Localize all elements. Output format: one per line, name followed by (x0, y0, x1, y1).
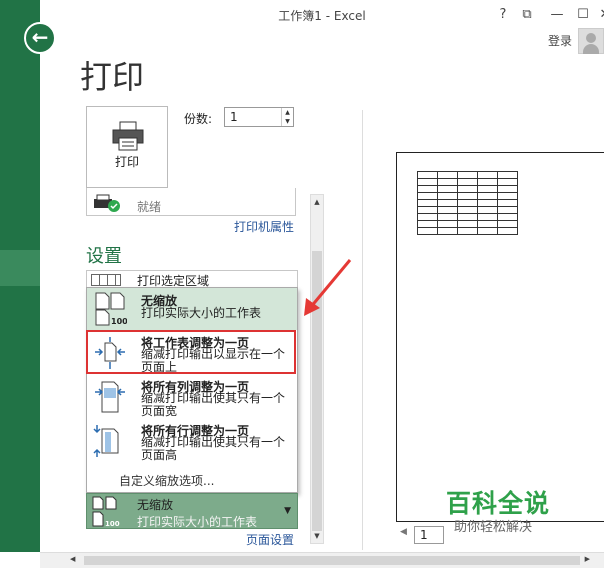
print-what-select[interactable]: 打印选定区域 (86, 270, 298, 288)
preview-table (417, 171, 518, 235)
print-preview-page (396, 152, 604, 522)
no-scaling-icon: 100 (92, 496, 120, 528)
option-desc: 缩减打印输出使其只有一个页面高 (141, 435, 286, 462)
scroll-down-icon[interactable]: ▼ (311, 529, 323, 543)
selection-grid-icon (91, 274, 121, 286)
copies-value: 1 (230, 110, 238, 124)
highlight-box (86, 330, 296, 374)
ribbon-display-icon[interactable]: ⧉ (516, 5, 538, 25)
printer-icon (112, 121, 144, 151)
custom-scaling-link[interactable]: 自定义缩放选项... (119, 472, 214, 489)
scroll-up-icon[interactable]: ▲ (311, 195, 323, 209)
minimize-icon[interactable]: — (546, 5, 568, 25)
title-bar: 工作簿1 - Excel ? ⧉ — ☐ ✕ (40, 0, 604, 30)
watermark-brand: 百科全说 (446, 489, 551, 518)
nav-print-selected[interactable] (0, 250, 40, 286)
prev-page-icon[interactable]: ◀ (400, 527, 407, 537)
copies-input[interactable]: 1 ▲ ▼ (224, 107, 294, 127)
help-button[interactable]: ? (492, 5, 514, 25)
option-desc: 打印实际大小的工作表 (141, 306, 262, 320)
watermark-slogan: 助你轻松解决 (454, 520, 533, 535)
settings-heading: 设置 (86, 246, 122, 267)
h-scroll-thumb[interactable] (84, 556, 580, 565)
printer-properties-link[interactable]: 打印机属性 (234, 218, 294, 235)
avatar[interactable] (578, 28, 604, 54)
panel-divider (362, 110, 363, 550)
horizontal-scrollbar[interactable]: ◀ ▶ (40, 552, 604, 568)
settings-scrollbar[interactable]: ▲ ▼ (310, 194, 324, 544)
copies-stepper[interactable]: ▲ ▼ (281, 108, 293, 126)
scaling-option-fit-columns[interactable]: 将所有列调整为一页 缩减打印输出使其只有一个页面宽 (87, 376, 297, 418)
page-number-input[interactable]: 1 (414, 526, 444, 544)
close-icon[interactable]: ✕ (594, 5, 604, 25)
copies-label: 份数: (184, 112, 213, 126)
svg-text:100: 100 (111, 317, 127, 326)
svg-text:100: 100 (105, 520, 120, 528)
printer-status: 就绪 (137, 200, 162, 214)
scaling-option-fit-rows[interactable]: 将所有行调整为一页 缩减打印输出使其只有一个页面高 (87, 420, 297, 464)
page-title: 打印 (80, 58, 145, 96)
page-setup-link[interactable]: 页面设置 (246, 531, 294, 548)
print-button-label: 打印 (114, 155, 139, 169)
chevron-down-icon: ▼ (284, 506, 291, 516)
scaling-option-no-scaling[interactable]: 100 无缩放 打印实际大小的工作表 (87, 288, 297, 330)
scaling-select[interactable]: 100 无缩放 打印实际大小的工作表 ▼ (86, 493, 298, 529)
fit-rows-icon (93, 425, 119, 457)
scaling-dropdown: 100 无缩放 打印实际大小的工作表 将工作表调整为一页 缩减打印输出以显示在一… (86, 287, 298, 493)
scroll-left-icon[interactable]: ◀ (70, 555, 75, 563)
annotation-arrow-icon (304, 259, 352, 316)
backstage-nav-rail (0, 0, 40, 552)
print-button[interactable]: 打印 (86, 106, 168, 188)
printer-ready-icon (94, 194, 120, 212)
signin-link[interactable]: 登录 (548, 32, 572, 49)
no-scaling-icon: 100 (95, 292, 127, 326)
scroll-right-icon[interactable]: ▶ (585, 555, 590, 563)
printer-select[interactable]: 就绪 (86, 188, 296, 216)
maximize-icon[interactable]: ☐ (572, 5, 594, 25)
scaling-select-desc: 打印实际大小的工作表 (137, 515, 258, 529)
fit-columns-icon (95, 381, 125, 413)
option-desc: 缩减打印输出使其只有一个页面宽 (141, 391, 286, 418)
scaling-select-title: 无缩放 (137, 498, 174, 512)
